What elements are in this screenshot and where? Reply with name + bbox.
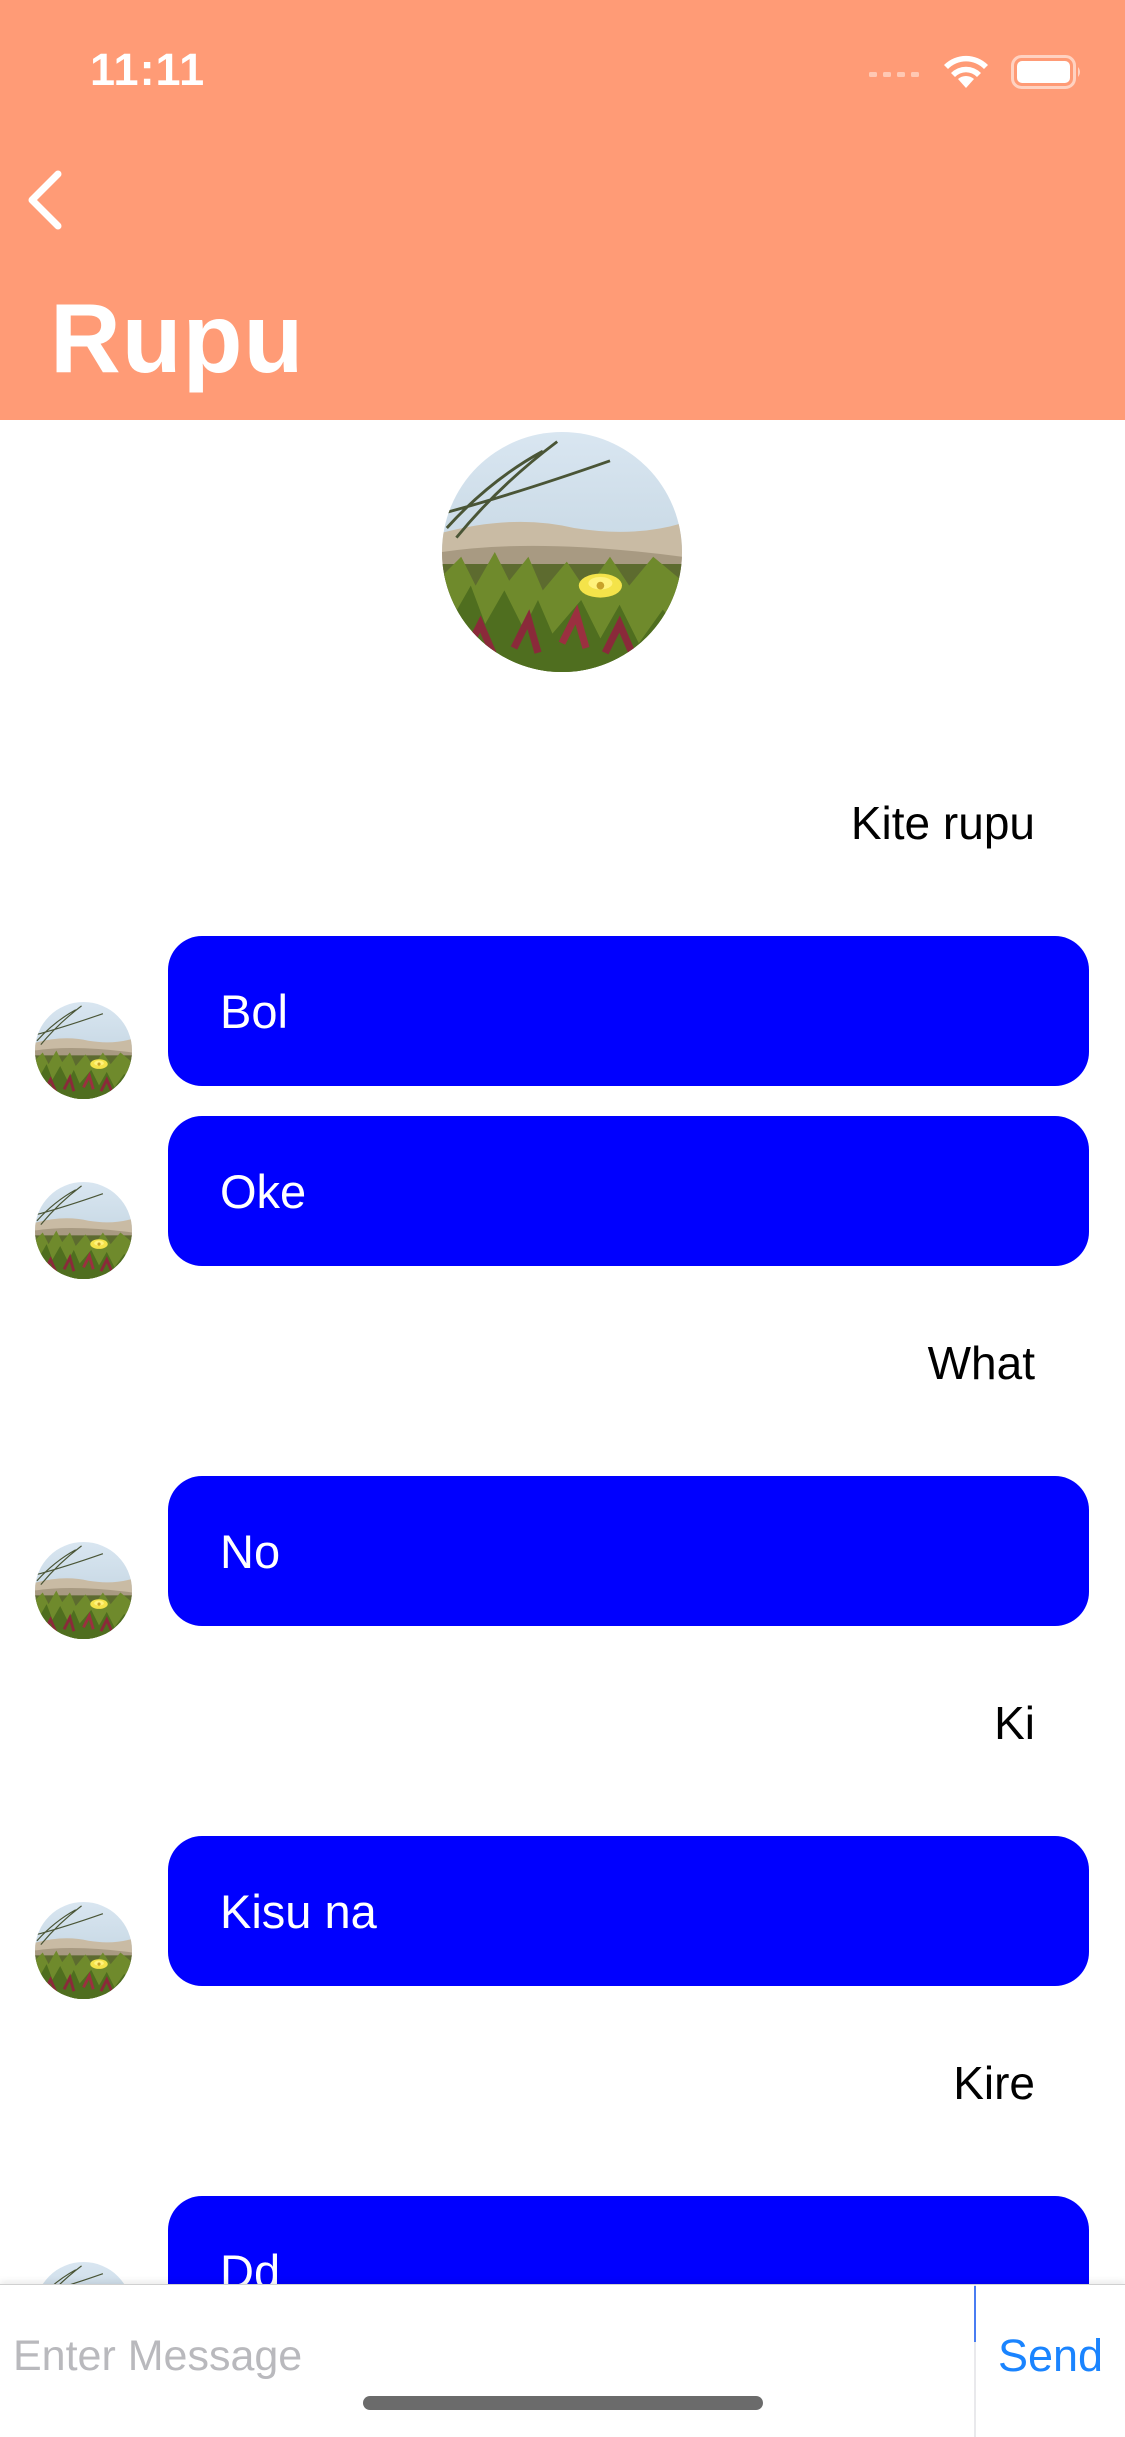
outgoing-message: Kire [953,2057,1035,2109]
navigation-header: 11:11 Rupu [0,0,1125,420]
sender-avatar[interactable] [35,1542,132,1639]
incoming-message-bubble: Kisu na [168,1836,1089,1986]
incoming-message-bubble: No [168,1476,1089,1626]
send-button[interactable]: Send [976,2285,1125,2437]
incoming-message-bubble: Bol [168,936,1089,1086]
home-indicator[interactable] [363,2396,763,2410]
back-button[interactable] [18,160,78,240]
message-text: Bol [220,984,288,1038]
group-avatar[interactable] [442,432,682,672]
sender-avatar[interactable] [35,1182,132,1279]
message-text: No [220,1524,281,1578]
status-bar-icons [869,52,1083,96]
message-input[interactable] [0,2285,974,2437]
chevron-left-icon [18,170,78,244]
outgoing-message: Kite rupu [850,797,1035,849]
message-text: Oke [220,1164,307,1218]
page-title: Rupu [50,283,305,393]
battery-icon [1011,54,1083,94]
message-composer: Send [0,2284,1125,2437]
sender-avatar[interactable] [35,1002,132,1099]
status-time: 11:11 [90,44,206,95]
outgoing-message: Ki [994,1697,1035,1749]
cellular-signal-icon [869,65,921,84]
text-cursor [974,2286,976,2342]
sender-avatar[interactable] [35,1902,132,1999]
outgoing-message: What [927,1337,1035,1389]
wifi-icon [943,55,989,94]
message-text: Kisu na [220,1884,377,1938]
incoming-message-bubble: Oke [168,1116,1089,1266]
